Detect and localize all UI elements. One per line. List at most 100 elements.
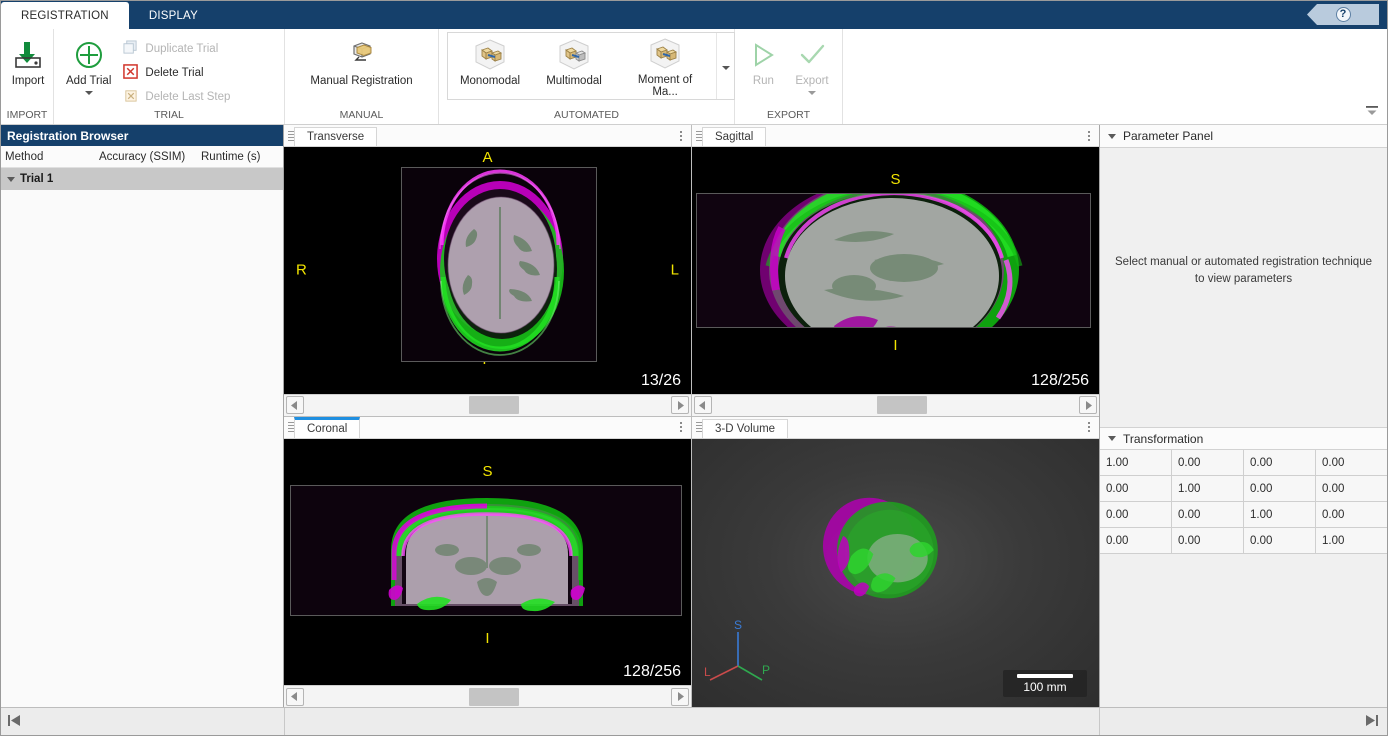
- run-label: Run: [753, 75, 774, 88]
- sagittal-scroll-right-button[interactable]: [1079, 396, 1097, 414]
- matrix-cell[interactable]: 0.00: [1172, 450, 1244, 476]
- jump-to-end-icon[interactable]: [1365, 714, 1379, 730]
- matrix-row: 0.00 1.00 0.00 0.00: [1100, 476, 1387, 502]
- coronal-options-icon[interactable]: [671, 417, 691, 438]
- add-trial-button[interactable]: Add Trial: [58, 33, 119, 95]
- sagittal-panel: Sagittal S I A P: [692, 125, 1099, 416]
- sagittal-orient-top: S: [890, 171, 900, 188]
- duplicate-trial-label: Duplicate Trial: [145, 43, 218, 55]
- expand-collapse-icon[interactable]: [7, 177, 15, 182]
- manual-registration-label: Manual Registration: [310, 75, 412, 88]
- ribbon-group-export: Run Export EXPORT: [735, 29, 843, 124]
- coronal-scroll-thumb[interactable]: [469, 688, 519, 706]
- drag-handle-icon[interactable]: [692, 125, 702, 146]
- matrix-cell[interactable]: 0.00: [1100, 528, 1172, 554]
- transverse-slice-counter: 13/26: [641, 372, 681, 390]
- view-grid: Transverse A P R L: [284, 125, 1099, 707]
- export-dropdown-icon[interactable]: [808, 91, 816, 95]
- coronal-canvas[interactable]: S I R L: [284, 439, 691, 686]
- sagittal-canvas[interactable]: S I A P: [692, 147, 1099, 394]
- tab-registration[interactable]: REGISTRATION: [1, 2, 129, 29]
- moment-of-mass-icon: [645, 36, 685, 73]
- matrix-cell[interactable]: 0.00: [1172, 502, 1244, 528]
- sagittal-scroll-thumb[interactable]: [877, 396, 927, 414]
- delete-last-step-label: Delete Last Step: [145, 91, 230, 103]
- automated-more-button[interactable]: [716, 33, 734, 99]
- transverse-scroll-thumb[interactable]: [469, 396, 519, 414]
- delete-trial-item[interactable]: Delete Trial: [119, 61, 238, 85]
- matrix-cell[interactable]: 0.00: [1316, 476, 1387, 502]
- tab-sagittal[interactable]: Sagittal: [702, 127, 766, 146]
- coronal-scroll-track[interactable]: [306, 688, 669, 706]
- coronal-scrollbar[interactable]: [284, 685, 691, 707]
- matrix-cell[interactable]: 0.00: [1244, 450, 1316, 476]
- matrix-cell[interactable]: 1.00: [1244, 502, 1316, 528]
- transverse-scroll-right-button[interactable]: [671, 396, 689, 414]
- collapse-ribbon-button[interactable]: [1363, 102, 1381, 120]
- volume3d-options-icon[interactable]: [1079, 417, 1099, 438]
- help-button[interactable]: ?: [1307, 4, 1379, 25]
- ribbon-group-trial: Add Trial Duplicate Trial: [54, 29, 285, 124]
- transverse-options-icon[interactable]: [671, 125, 691, 146]
- tab-coronal[interactable]: Coronal: [294, 417, 360, 438]
- add-trial-dropdown-icon[interactable]: [85, 91, 93, 95]
- manual-group-items: Manual Registration: [285, 29, 438, 109]
- export-button[interactable]: Export: [787, 33, 836, 95]
- matrix-cell[interactable]: 0.00: [1244, 476, 1316, 502]
- delete-trial-label: Delete Trial: [145, 67, 203, 79]
- transverse-scroll-left-button[interactable]: [286, 396, 304, 414]
- svg-text:S: S: [734, 618, 742, 632]
- multimodal-button[interactable]: Multimodal: [532, 33, 616, 99]
- parameter-panel-collapse-icon[interactable]: [1108, 134, 1116, 139]
- column-header-method[interactable]: Method: [1, 151, 95, 163]
- jump-to-start-icon[interactable]: [7, 714, 21, 730]
- matrix-cell[interactable]: 0.00: [1316, 502, 1387, 528]
- delete-last-step-item[interactable]: Delete Last Step: [119, 85, 238, 109]
- matrix-cell[interactable]: 0.00: [1100, 502, 1172, 528]
- moment-of-mass-button[interactable]: Moment of Ma...: [616, 33, 714, 99]
- delete-last-step-icon: [123, 88, 138, 106]
- transverse-scroll-track[interactable]: [306, 396, 669, 414]
- transverse-orient-right: L: [671, 262, 679, 279]
- coronal-scroll-right-button[interactable]: [671, 688, 689, 706]
- sagittal-options-icon[interactable]: [1079, 125, 1099, 146]
- run-button[interactable]: Run: [740, 33, 786, 88]
- transverse-canvas[interactable]: A P R L: [284, 147, 691, 394]
- sagittal-scrollbar[interactable]: [692, 394, 1099, 416]
- transverse-orient-left: R: [296, 262, 307, 279]
- tab-3d-volume[interactable]: 3-D Volume: [702, 419, 788, 438]
- matrix-cell[interactable]: 0.00: [1172, 528, 1244, 554]
- matrix-cell[interactable]: 1.00: [1100, 450, 1172, 476]
- transformation-collapse-icon[interactable]: [1108, 436, 1116, 441]
- drag-handle-icon[interactable]: [284, 125, 294, 146]
- duplicate-trial-item[interactable]: Duplicate Trial: [119, 37, 238, 61]
- tab-transverse[interactable]: Transverse: [294, 127, 377, 146]
- sagittal-scroll-left-button[interactable]: [694, 396, 712, 414]
- svg-text:P: P: [762, 663, 770, 677]
- volume3d-canvas[interactable]: S L P 100 mm: [692, 439, 1099, 708]
- sagittal-scroll-track[interactable]: [714, 396, 1077, 414]
- import-group-items: Import: [1, 29, 53, 109]
- import-button[interactable]: Import: [5, 33, 51, 88]
- multimodal-icon: [554, 36, 594, 74]
- table-row-trial-1[interactable]: Trial 1: [1, 168, 283, 190]
- monomodal-button[interactable]: Monomodal: [448, 33, 532, 99]
- matrix-row: 1.00 0.00 0.00 0.00: [1100, 450, 1387, 476]
- matrix-cell[interactable]: 1.00: [1316, 528, 1387, 554]
- transformation-panel-header[interactable]: Transformation: [1100, 427, 1387, 450]
- transverse-scrollbar[interactable]: [284, 394, 691, 416]
- drag-handle-icon[interactable]: [692, 417, 702, 438]
- coronal-scroll-left-button[interactable]: [286, 688, 304, 706]
- column-header-runtime[interactable]: Runtime (s): [197, 151, 264, 163]
- drag-handle-icon[interactable]: [284, 417, 294, 438]
- column-header-accuracy[interactable]: Accuracy (SSIM): [95, 151, 197, 163]
- tab-display[interactable]: DISPLAY: [129, 2, 218, 29]
- tab-transverse-label: Transverse: [307, 131, 364, 143]
- parameter-panel-header[interactable]: Parameter Panel: [1100, 125, 1387, 148]
- manual-registration-button[interactable]: Manual Registration: [302, 33, 420, 88]
- registration-browser-title: Registration Browser: [1, 125, 283, 146]
- matrix-cell[interactable]: 1.00: [1172, 476, 1244, 502]
- matrix-cell[interactable]: 0.00: [1244, 528, 1316, 554]
- matrix-cell[interactable]: 0.00: [1316, 450, 1387, 476]
- matrix-cell[interactable]: 0.00: [1100, 476, 1172, 502]
